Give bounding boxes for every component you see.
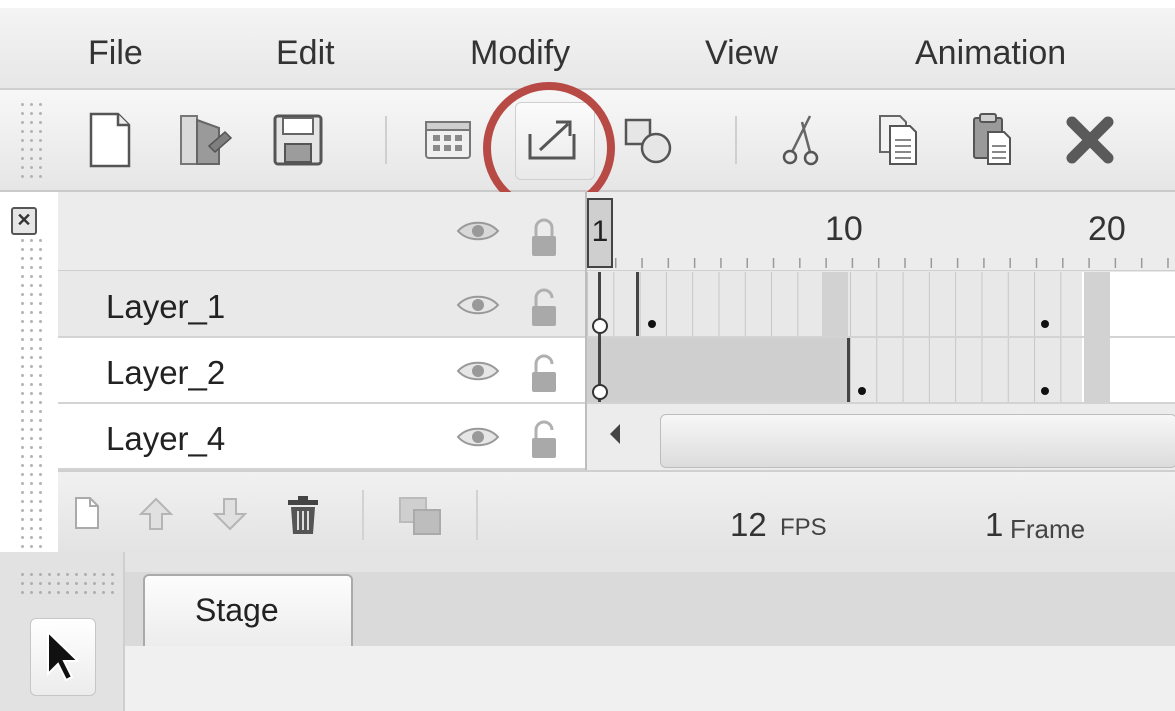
frame-unit: Frame <box>1010 514 1086 544</box>
empty-keyframe[interactable] <box>592 384 608 400</box>
open-folder-icon <box>180 115 233 165</box>
stage-canvas[interactable] <box>125 646 1175 711</box>
frame-band <box>822 272 848 336</box>
move-down-icon[interactable] <box>212 496 248 532</box>
tools-grip[interactable] <box>18 570 114 596</box>
layer-header <box>58 192 585 271</box>
keyframe[interactable] <box>1041 387 1049 395</box>
copy-button[interactable] <box>858 90 938 190</box>
new-document-button[interactable] <box>70 90 150 190</box>
keyframe-line <box>598 272 601 402</box>
playhead[interactable]: 1 <box>587 198 613 268</box>
copy-icon <box>879 115 917 165</box>
unlock-icon[interactable] <box>530 354 558 394</box>
shapes-button[interactable] <box>608 90 688 190</box>
delete-x-icon <box>1066 116 1114 164</box>
frame-value: 1 <box>985 506 1004 543</box>
layer-row-layer-4[interactable]: Layer_4 <box>58 404 585 470</box>
fps-unit: FPS <box>780 514 827 541</box>
menu-file[interactable]: File <box>88 34 143 73</box>
keyframe-line <box>847 338 850 402</box>
move-up-icon[interactable] <box>138 496 174 532</box>
toolbar-grip[interactable] <box>18 100 44 182</box>
eye-icon[interactable] <box>456 292 500 318</box>
ruler-label-20: 20 <box>1088 210 1126 248</box>
delete-button[interactable] <box>1050 90 1130 190</box>
scissors-icon <box>782 115 819 166</box>
open-button[interactable] <box>165 90 245 190</box>
menu-edit[interactable]: Edit <box>276 34 335 73</box>
footer-separator <box>476 490 478 540</box>
menu-bar: File Edit Modify View Animation <box>0 8 1175 90</box>
layer-row-layer-1[interactable]: Layer_1 <box>58 272 585 338</box>
keyframe[interactable] <box>1041 320 1049 328</box>
eye-icon[interactable] <box>456 358 500 384</box>
timeline-grip[interactable] <box>18 236 44 548</box>
menu-modify[interactable]: Modify <box>470 34 570 73</box>
frame-band <box>1084 272 1110 402</box>
trash-icon[interactable] <box>286 496 320 536</box>
layer-name[interactable]: Layer_1 <box>106 288 225 326</box>
grid-settings-icon <box>425 121 471 159</box>
save-disk-icon <box>273 114 323 166</box>
layer-properties-icon[interactable] <box>398 496 444 536</box>
keyframe[interactable] <box>648 320 656 328</box>
toolbar-separator <box>385 116 387 164</box>
paste-button[interactable] <box>952 90 1032 190</box>
hscroll-thumb[interactable] <box>660 414 1175 468</box>
footer-separator <box>362 490 364 540</box>
ruler-ticks <box>615 258 1175 268</box>
cut-button[interactable] <box>760 90 840 190</box>
menu-view[interactable]: View <box>705 34 778 73</box>
eye-icon[interactable] <box>456 218 500 244</box>
scroll-left-arrow-icon[interactable] <box>610 424 620 444</box>
empty-keyframe[interactable] <box>592 318 608 334</box>
lock-icon[interactable] <box>530 218 558 258</box>
paste-icon <box>973 113 1011 165</box>
unlock-icon[interactable] <box>530 420 558 460</box>
new-layer-icon[interactable] <box>74 496 100 530</box>
menu-animation[interactable]: Animation <box>915 34 1066 73</box>
keyframe-line <box>636 272 639 336</box>
new-document-icon <box>89 112 131 168</box>
layer-name[interactable]: Layer_4 <box>106 420 225 458</box>
layer-row-layer-2[interactable]: Layer_2 <box>58 338 585 404</box>
keyframe[interactable] <box>858 387 866 395</box>
arrow-cursor-icon <box>47 630 81 682</box>
grid-settings-button[interactable] <box>408 90 488 190</box>
shapes-icon <box>624 118 672 164</box>
unlock-icon[interactable] <box>530 288 558 328</box>
save-button[interactable] <box>258 90 338 190</box>
frame-span <box>587 338 849 402</box>
fps-value: 12 <box>730 506 767 543</box>
layer-name[interactable]: Layer_2 <box>106 354 225 392</box>
ruler-label-10: 10 <box>825 210 863 248</box>
close-timeline-button[interactable]: ✕ <box>11 207 37 235</box>
tab-stage-label: Stage <box>195 592 279 628</box>
close-icon: ✕ <box>16 210 32 230</box>
eye-icon[interactable] <box>456 424 500 450</box>
toolbar-separator <box>735 116 737 164</box>
